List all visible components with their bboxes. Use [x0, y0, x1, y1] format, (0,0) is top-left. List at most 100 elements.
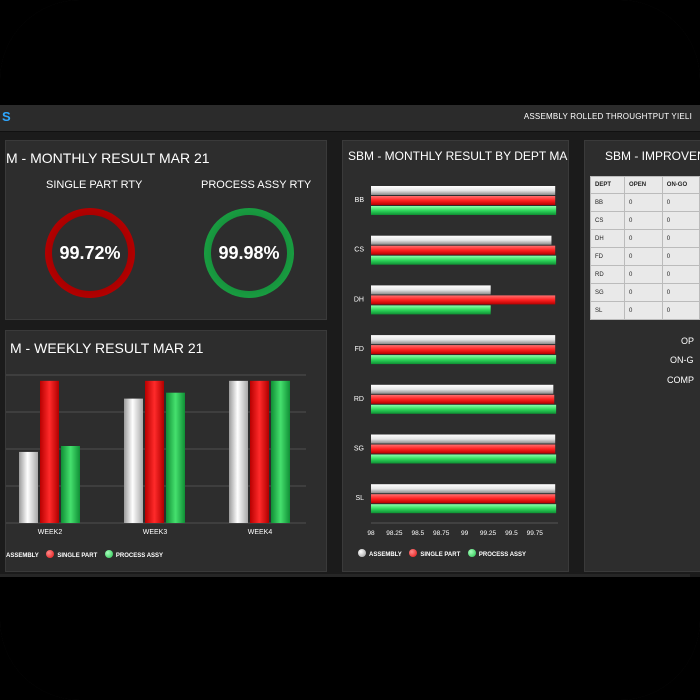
bar-assembly — [371, 285, 491, 295]
bar-single-part — [371, 444, 556, 454]
dept-result-panel: SBM - MONTHLY RESULT BY DEPT MAR 21 BB CS… — [342, 140, 569, 572]
table-cell: 0 — [624, 301, 663, 320]
dashboard-screen: S ASSEMBLY ROLLED THROUGHTPUT YIELI M - … — [0, 0, 700, 700]
bar-single-part — [371, 295, 556, 305]
table-cell: 0 — [624, 193, 663, 212]
bar-process-assy — [371, 504, 557, 514]
panel-title: M - MONTHLY RESULT MAR 21 — [6, 150, 210, 166]
table-cell: 0 — [661, 301, 700, 320]
summary-ongoing: ON-G — [670, 355, 694, 365]
single-part-value: 99.72% — [59, 243, 121, 263]
table-cell: SG — [589, 283, 626, 302]
legend-assembly: ASSEMBLY — [369, 552, 402, 558]
bar-process-assy — [61, 446, 80, 523]
app-logo: S — [2, 109, 11, 124]
table-cell: DH — [589, 229, 626, 248]
table-cell: 0 — [661, 211, 700, 230]
bar-assembly — [19, 451, 38, 523]
bar-single-part — [371, 394, 555, 404]
summary-open: OP — [681, 336, 695, 346]
bar-process-assy — [271, 380, 290, 523]
panel-title: M - WEEKLY RESULT MAR 21 — [10, 340, 204, 356]
legend-single-dot — [409, 549, 418, 557]
bar-process-assy — [371, 454, 557, 464]
bar-process-assy — [371, 404, 557, 414]
legend-process-dot — [104, 550, 113, 558]
table-cell: FD — [589, 247, 626, 266]
x-tick-label: 98 — [367, 530, 375, 537]
table-cell: 0 — [661, 283, 700, 302]
x-tick-label: WEEK4 — [248, 529, 273, 536]
bar-assembly — [371, 186, 556, 195]
table-cell: RD — [589, 265, 626, 284]
col-dept: DEPT — [589, 176, 626, 194]
y-tick-label: RD — [354, 396, 364, 403]
table-cell: 0 — [624, 283, 663, 302]
top-black-area — [0, 0, 700, 105]
monthly-result-panel: M - MONTHLY RESULT MAR 21 SINGLE PART RT… — [5, 140, 327, 320]
bar-assembly — [371, 384, 554, 394]
x-tick-label: 99.25 — [480, 530, 497, 537]
bar-single-part — [250, 380, 269, 523]
y-tick-label: BB — [355, 197, 365, 204]
legend-process: PROCESS ASSY — [115, 553, 164, 559]
legend-assembly: ASSEMBLY — [6, 553, 39, 559]
bar-single-part — [371, 494, 556, 504]
improvement-table: DEPT OPEN ON-GO BB 0 0 CS 0 0 DH 0 0 FD 0 0 RD 0 0 SG 0 0… — [589, 176, 700, 320]
bottom-black-area — [0, 577, 700, 700]
table-cell: 0 — [624, 229, 663, 248]
bar-assembly — [371, 434, 556, 444]
dashboard-title: ASSEMBLY ROLLED THROUGHTPUT YIELI — [523, 112, 692, 121]
table-cell: 0 — [661, 247, 700, 266]
table-cell: 0 — [661, 265, 700, 284]
x-tick-label: WEEK2 — [38, 529, 63, 536]
legend-single-dot — [46, 550, 55, 558]
table-cell: 0 — [624, 211, 663, 230]
dept-bar-chart: BB CS DH FD RD SG SL 98 98.25 98.5 98.75 99 99.25 99.… — [354, 186, 558, 537]
improvement-panel: SBM - IMPROVEN DEPT OPEN ON-GO BB 0 0 CS 0 0 D… — [584, 140, 700, 572]
x-tick-label: 99.5 — [505, 530, 518, 537]
single-part-label: SINGLE PART RTY — [46, 179, 143, 191]
bar-single-part — [371, 196, 556, 205]
legend-single: SINGLE PART — [420, 552, 461, 558]
table-cell: BB — [589, 193, 626, 212]
weekly-legend: ASSEMBLY SINGLE PART PROCESS ASSY — [6, 550, 163, 559]
bar-process-assy — [371, 206, 557, 215]
weekly-result-panel: M - WEEKLY RESULT MAR 21 WEEK2 WEEK3 WEEK4… — [5, 330, 327, 572]
bar-single-part — [371, 345, 556, 355]
process-assy-label: PROCESS ASSY RTY — [201, 179, 312, 191]
y-tick-label: CS — [354, 247, 364, 254]
y-tick-label: DH — [354, 296, 364, 303]
col-open: OPEN — [624, 176, 663, 194]
process-assy-gauge: 99.98% — [204, 208, 294, 298]
y-tick-label: SL — [355, 495, 364, 502]
weekly-bar-chart: WEEK2 WEEK3 WEEK4 — [6, 374, 306, 536]
x-tick-label: 99 — [461, 530, 469, 537]
bar-assembly — [371, 235, 552, 245]
bar-process-assy — [371, 355, 557, 365]
y-tick-label: SG — [354, 446, 364, 453]
bar-single-part — [40, 380, 59, 523]
bar-process-assy — [166, 392, 185, 523]
x-tick-label: 98.5 — [411, 530, 424, 537]
table-cell: 0 — [661, 229, 700, 248]
panel-title: SBM - IMPROVEN — [605, 149, 700, 163]
table-row: FD 0 0 — [589, 247, 700, 266]
bar-assembly — [124, 398, 143, 523]
table-row: SL 0 0 — [589, 301, 700, 320]
x-tick-label: 98.25 — [386, 530, 403, 537]
x-tick-label: 98.75 — [433, 530, 450, 537]
bar-single-part — [371, 245, 556, 255]
bar-process-assy — [371, 305, 491, 315]
table-row: SG 0 0 — [589, 283, 700, 302]
process-assy-value: 99.98% — [218, 243, 280, 263]
table-cell: CS — [589, 211, 626, 230]
x-tick-label: WEEK3 — [143, 529, 168, 536]
y-tick-label: FD — [355, 346, 364, 353]
bar-assembly — [371, 335, 556, 345]
table-cell: 0 — [624, 265, 663, 284]
table-row: DH 0 0 — [589, 229, 700, 248]
table-cell: SL — [589, 301, 626, 320]
table-cell: 0 — [624, 247, 663, 266]
x-tick-label: 99.75 — [527, 530, 544, 537]
